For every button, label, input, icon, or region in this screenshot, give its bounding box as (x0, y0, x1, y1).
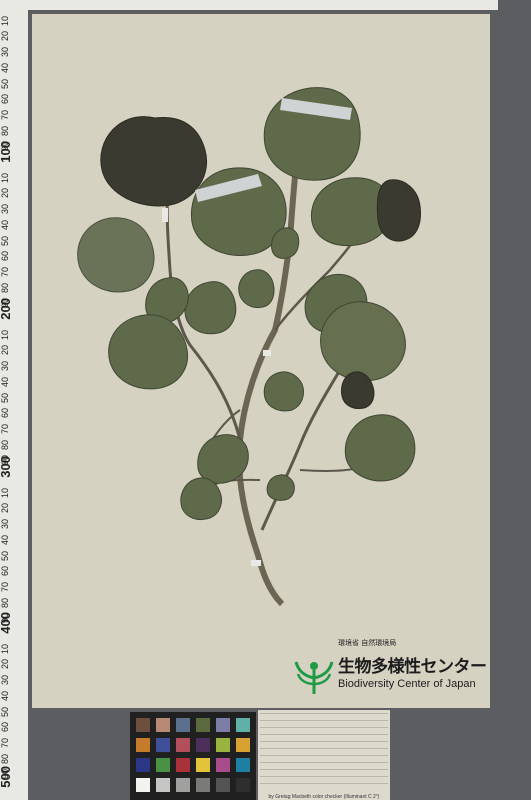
ruler-minor-label: 20 (0, 659, 10, 670)
mount-strip (263, 350, 271, 356)
plant-specimen (77, 87, 421, 607)
value-grid (260, 712, 388, 790)
color-swatch (176, 778, 190, 792)
ruler-minor-label: 40 (0, 219, 10, 230)
ruler-minor-label: 60 (0, 722, 10, 733)
ruler-minor-label: 70 (0, 109, 10, 120)
institution-logo: 環境省 自然環境局 生物多様性センター Biodiversity Center … (294, 638, 494, 698)
color-swatch (196, 778, 210, 792)
color-swatch (196, 738, 210, 752)
color-value-table: by Gretag Macbeth color checker (Illumin… (258, 710, 390, 800)
leaf (263, 87, 361, 181)
color-swatch (216, 758, 230, 772)
specimen-sheet (32, 14, 490, 708)
ruler-minor-label: 60 (0, 251, 10, 262)
color-swatch (136, 718, 150, 732)
center-name-japanese: 生物多様性センター (338, 657, 487, 677)
leaf (344, 414, 416, 482)
top-ruler (28, 0, 498, 10)
ruler-minor-label: 40 (0, 534, 10, 545)
ruler-minor-label: 80 (0, 439, 10, 450)
ruler-minor-label: 90 (0, 769, 10, 780)
leaf (184, 281, 237, 335)
ruler-minor-label: 20 (0, 31, 10, 42)
mount-strip (251, 560, 261, 566)
mount-strip (162, 208, 168, 222)
ruler-minor-label: 90 (0, 613, 10, 624)
ruler-minor-label: 70 (0, 423, 10, 434)
ruler-minor-label: 20 (0, 503, 10, 514)
ministry-label: 環境省 自然環境局 (338, 639, 397, 647)
sprout-logo-icon (294, 661, 334, 694)
color-swatch (176, 758, 190, 772)
ruler-minor-label: 30 (0, 47, 10, 58)
leaf (263, 371, 305, 412)
ruler-minor-label: 80 (0, 753, 10, 764)
ruler-minor-label: 90 (0, 141, 10, 152)
vertical-ruler: 100 200 300 400 500 10 20 30 40 50 60 70 80 90 10 20 30 4… (0, 0, 28, 800)
ruler-minor-label: 50 (0, 550, 10, 561)
leaf (266, 474, 295, 501)
ruler-minor-label: 50 (0, 235, 10, 246)
color-swatch (176, 738, 190, 752)
leaf (180, 477, 223, 521)
checker-caption: by Gretag Macbeth color checker (Illumin… (268, 794, 380, 800)
color-swatch (156, 778, 170, 792)
ruler-minor-label: 70 (0, 581, 10, 592)
leaf (320, 301, 406, 382)
color-swatch (156, 738, 170, 752)
ruler-minor-label: 30 (0, 361, 10, 372)
color-swatch (216, 778, 230, 792)
ruler-minor-label: 10 (0, 15, 10, 26)
ruler-minor-label: 20 (0, 188, 10, 199)
ruler-minor-label: 80 (0, 125, 10, 136)
ruler-minor-label: 20 (0, 345, 10, 356)
color-swatch (216, 738, 230, 752)
color-swatch (156, 718, 170, 732)
color-swatch (156, 758, 170, 772)
ruler-minor-label: 60 (0, 566, 10, 577)
ruler-minor-label: 40 (0, 690, 10, 701)
ruler-minor-label: 40 (0, 62, 10, 73)
color-swatch (236, 718, 250, 732)
color-swatch (136, 738, 150, 752)
leaf (77, 217, 155, 293)
ruler-minor-label: 60 (0, 94, 10, 105)
leaf (100, 116, 207, 207)
leaf (108, 314, 188, 390)
ruler-minor-label: 10 (0, 172, 10, 183)
ruler-minor-label: 30 (0, 675, 10, 686)
color-swatch (216, 718, 230, 732)
ruler-minor-label: 40 (0, 376, 10, 387)
ruler-minor-label: 90 (0, 298, 10, 309)
color-swatch (136, 758, 150, 772)
color-checker-card (130, 712, 256, 800)
ruler-minor-label: 90 (0, 455, 10, 466)
ruler-minor-label: 70 (0, 266, 10, 277)
ruler-minor-label: 70 (0, 737, 10, 748)
color-swatch (176, 718, 190, 732)
color-swatch (136, 778, 150, 792)
herbarium-specimen-photo: 100 200 300 400 500 10 20 30 40 50 60 70 80 90 10 20 30 4… (0, 0, 531, 800)
ruler-minor-label: 10 (0, 487, 10, 498)
ruler-minor-label: 50 (0, 706, 10, 717)
leaf (238, 269, 275, 309)
color-swatch (196, 718, 210, 732)
ruler-minor-label: 60 (0, 408, 10, 419)
ruler-minor-label: 50 (0, 392, 10, 403)
ruler-minor-label: 10 (0, 329, 10, 340)
color-swatch (236, 738, 250, 752)
leaf (376, 179, 421, 242)
ruler-minor-label: 10 (0, 643, 10, 654)
color-swatch (236, 778, 250, 792)
color-swatch (196, 758, 210, 772)
center-name-english: Biodiversity Center of Japan (338, 678, 476, 690)
ruler-minor-label: 30 (0, 519, 10, 530)
ruler-minor-label: 80 (0, 282, 10, 293)
ruler-minor-label: 80 (0, 597, 10, 608)
color-swatch (236, 758, 250, 772)
ruler-minor-label: 30 (0, 204, 10, 215)
ruler-minor-label: 50 (0, 78, 10, 89)
